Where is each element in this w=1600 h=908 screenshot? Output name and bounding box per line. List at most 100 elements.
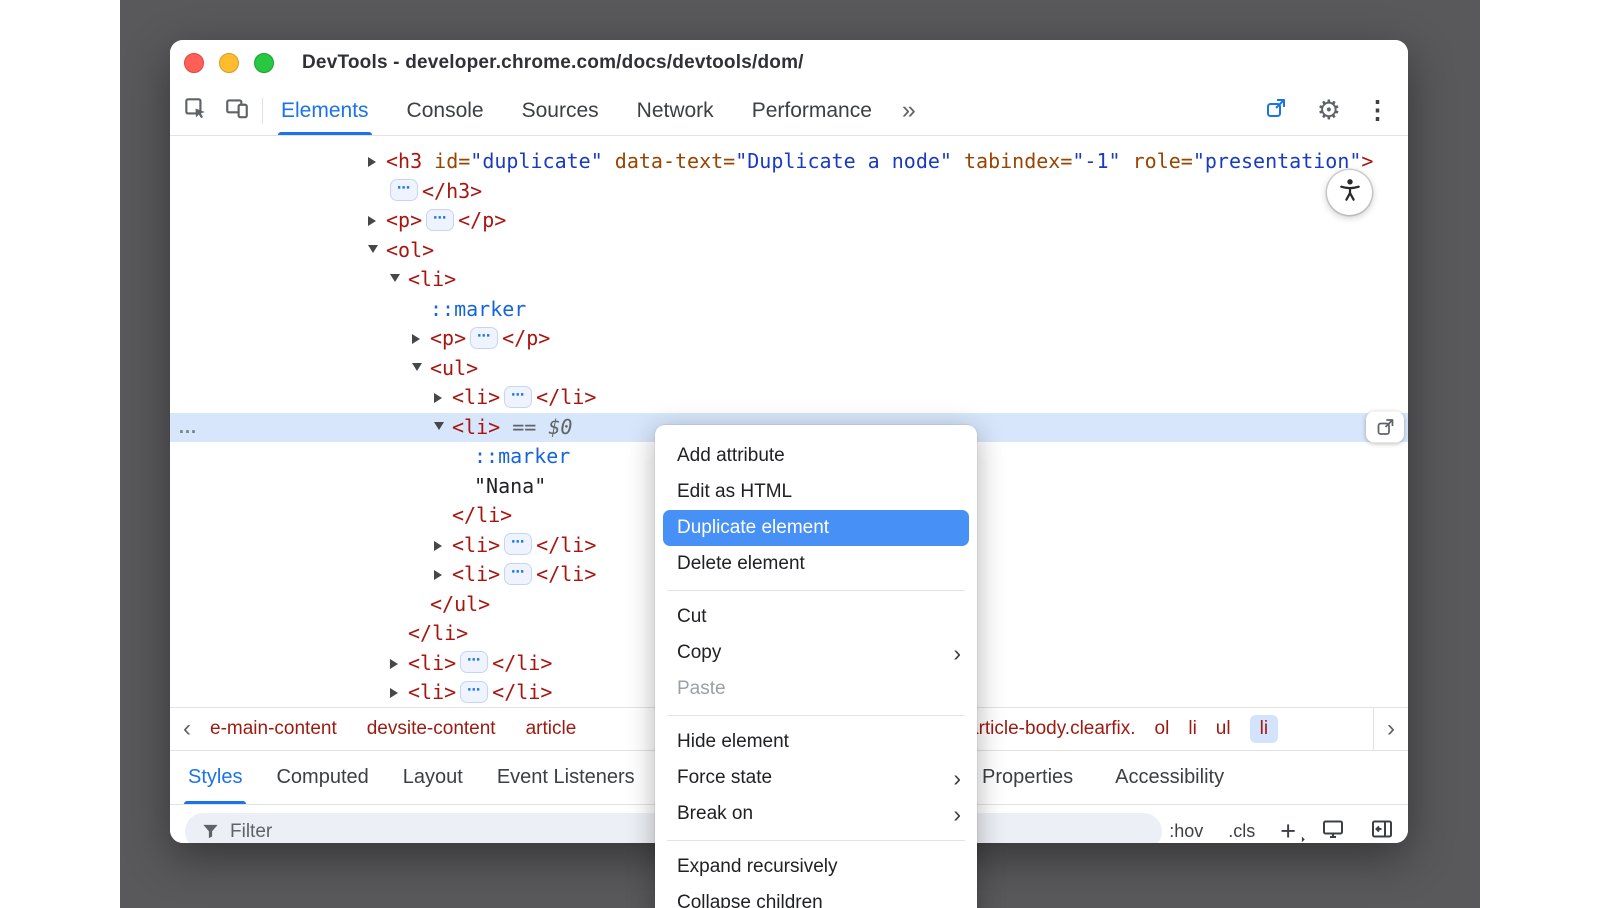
new-style-rule-button[interactable]: + bbox=[1280, 818, 1296, 843]
breadcrumb-item-selected[interactable]: li bbox=[1250, 715, 1278, 743]
collapse-arrow-icon[interactable] bbox=[390, 265, 408, 295]
menu-item-label: Edit as HTML bbox=[677, 481, 792, 502]
expand-arrow-icon[interactable] bbox=[434, 531, 452, 561]
menu-item-label: Cut bbox=[677, 606, 707, 627]
context-menu-item-delete-element[interactable]: Delete element bbox=[655, 546, 977, 582]
tree-row[interactable]: <li>⋯</li> bbox=[170, 383, 1408, 413]
expand-arrow-icon[interactable] bbox=[368, 147, 386, 177]
close-button[interactable] bbox=[184, 53, 204, 73]
code-token-pseudo: ::marker bbox=[474, 444, 570, 468]
tab-performance[interactable]: Performance bbox=[752, 86, 872, 135]
context-menu-item-edit-as-html[interactable]: Edit as HTML bbox=[655, 474, 977, 510]
tab-network[interactable]: Network bbox=[637, 86, 714, 135]
code-token-attr: data-text= bbox=[615, 149, 735, 173]
styles-tab-layout[interactable]: Layout bbox=[403, 751, 463, 804]
tab-elements[interactable]: Elements bbox=[281, 86, 369, 135]
styles-tabs-right: Properties Accessibility bbox=[982, 751, 1224, 804]
context-menu-item-break-on[interactable]: Break on › bbox=[655, 796, 977, 832]
tree-row[interactable]: ⋯</h3> bbox=[170, 177, 1408, 207]
accessibility-button[interactable] bbox=[1327, 170, 1372, 215]
context-menu-item-hide-element[interactable]: Hide element bbox=[655, 724, 977, 760]
inline-expand-button[interactable]: ⋯ bbox=[426, 209, 454, 231]
adorner-settings-button[interactable] bbox=[1259, 94, 1293, 128]
code-token-t bbox=[603, 149, 615, 173]
inline-expand-button[interactable]: ⋯ bbox=[460, 651, 488, 673]
expand-arrow-icon[interactable] bbox=[434, 560, 452, 590]
more-tabs-chevron[interactable]: » bbox=[902, 96, 916, 125]
breadcrumb-item[interactable]: article-body.clearfix. bbox=[968, 718, 1136, 740]
styles-tab-styles[interactable]: Styles bbox=[188, 751, 242, 804]
menu-divider bbox=[667, 715, 965, 716]
tab-console[interactable]: Console bbox=[407, 86, 484, 135]
inline-expand-button[interactable]: ⋯ bbox=[504, 386, 532, 408]
minimize-button[interactable] bbox=[219, 53, 239, 73]
code-token-tag: </p> bbox=[458, 208, 506, 232]
styles-tab-properties[interactable]: Properties bbox=[982, 751, 1073, 804]
inline-expand-button[interactable]: ⋯ bbox=[390, 179, 418, 201]
devtools-toolbar: Elements Console Sources Network Performance… bbox=[170, 86, 1408, 136]
context-menu-item-paste[interactable]: Paste bbox=[655, 671, 977, 707]
zoom-button[interactable] bbox=[254, 53, 274, 73]
pseudo-state-toggle[interactable]: :hov bbox=[1169, 821, 1203, 842]
styles-tab-accessibility[interactable]: Accessibility bbox=[1115, 751, 1224, 804]
styles-toolbar-right: :hov .cls + bbox=[1169, 805, 1394, 843]
tree-row[interactable]: <h3 id="duplicate" data-text="Duplicate … bbox=[170, 147, 1408, 177]
breadcrumb-item[interactable]: ul bbox=[1216, 718, 1231, 740]
chevron-right-icon: › bbox=[1387, 715, 1395, 743]
context-menu-item-collapse-children[interactable]: Collapse children bbox=[655, 885, 977, 908]
breadcrumb-scroll-left[interactable]: ‹ bbox=[170, 708, 204, 750]
code-token-tag: <li> bbox=[452, 385, 500, 409]
toolbar-divider bbox=[262, 98, 263, 124]
breadcrumb-item[interactable]: article bbox=[526, 718, 577, 740]
tree-row[interactable]: <ol> bbox=[170, 236, 1408, 266]
inspect-button[interactable] bbox=[178, 94, 212, 128]
code-token-tag: <li> bbox=[452, 415, 500, 439]
inline-expand-button[interactable]: ⋯ bbox=[460, 681, 488, 703]
expand-arrow-icon[interactable] bbox=[368, 206, 386, 236]
breadcrumb-scroll-right[interactable]: › bbox=[1373, 708, 1408, 750]
tree-row[interactable]: ::marker bbox=[170, 295, 1408, 325]
sidebar-toggle-button[interactable] bbox=[1370, 817, 1394, 843]
context-menu-item-expand-recursively[interactable]: Expand recursively bbox=[655, 849, 977, 885]
code-token-tag: <p> bbox=[430, 326, 466, 350]
context-menu-item-force-state[interactable]: Force state› bbox=[655, 760, 977, 796]
settings-button[interactable]: ⚙ bbox=[1317, 97, 1341, 124]
row-actions-ellipsis[interactable]: … bbox=[178, 413, 199, 443]
breadcrumb-item[interactable]: ol bbox=[1155, 718, 1170, 740]
rendering-emulation-button[interactable] bbox=[1321, 817, 1345, 843]
expand-arrow-icon[interactable] bbox=[412, 324, 430, 354]
more-options-button[interactable]: ⋮ bbox=[1365, 98, 1390, 123]
menu-item-label: Break on bbox=[677, 803, 753, 824]
menu-item-label: Expand recursively bbox=[677, 856, 838, 877]
tree-row[interactable]: <p>⋯</p> bbox=[170, 324, 1408, 354]
styles-tab-computed[interactable]: Computed bbox=[276, 751, 368, 804]
inline-expand-button[interactable]: ⋯ bbox=[470, 327, 498, 349]
class-toggle[interactable]: .cls bbox=[1228, 821, 1255, 842]
context-menu-item-duplicate-element[interactable]: Duplicate element bbox=[663, 510, 969, 546]
expand-arrow-icon[interactable] bbox=[390, 649, 408, 679]
breadcrumb-item[interactable]: devsite-content bbox=[367, 718, 496, 740]
tree-row[interactable]: <ul> bbox=[170, 354, 1408, 384]
breadcrumb-item[interactable]: li bbox=[1188, 718, 1196, 740]
collapse-arrow-icon[interactable] bbox=[368, 236, 386, 266]
context-menu-item-cut[interactable]: Cut bbox=[655, 599, 977, 635]
node-badge-button[interactable] bbox=[1366, 412, 1404, 443]
collapse-arrow-icon[interactable] bbox=[434, 413, 452, 443]
tree-row[interactable]: <p>⋯</p> bbox=[170, 206, 1408, 236]
inline-expand-button[interactable]: ⋯ bbox=[504, 533, 532, 555]
code-token-tag: </li> bbox=[492, 680, 552, 704]
expand-arrow-icon[interactable] bbox=[434, 383, 452, 413]
styles-tab-event-listeners[interactable]: Event Listeners bbox=[497, 751, 635, 804]
context-menu-item-add-attribute[interactable]: Add attribute bbox=[655, 438, 977, 474]
device-toolbar-button[interactable] bbox=[220, 94, 254, 128]
breadcrumb-item[interactable]: e-main-content bbox=[210, 718, 337, 740]
expand-arrow-icon[interactable] bbox=[390, 678, 408, 707]
tab-sources[interactable]: Sources bbox=[522, 86, 599, 135]
submenu-chevron-icon: › bbox=[953, 796, 961, 832]
code-token-val: "Duplicate a node" bbox=[735, 149, 952, 173]
tree-row[interactable]: <li> bbox=[170, 265, 1408, 295]
collapse-arrow-icon[interactable] bbox=[412, 354, 430, 384]
inline-expand-button[interactable]: ⋯ bbox=[504, 563, 532, 585]
context-menu-item-copy[interactable]: Copy› bbox=[655, 635, 977, 671]
code-token-tag: <h3 bbox=[386, 149, 434, 173]
